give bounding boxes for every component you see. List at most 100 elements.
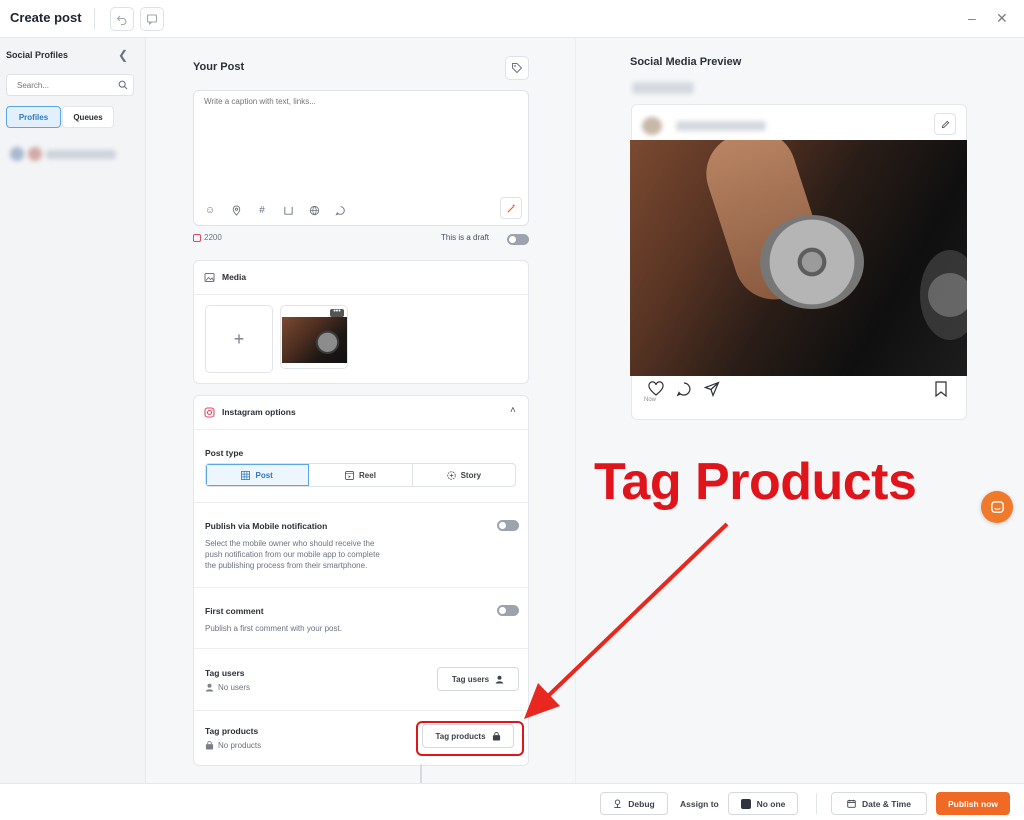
divider bbox=[816, 793, 817, 814]
redacted-profile-name bbox=[632, 82, 694, 94]
instagram-icon bbox=[204, 407, 215, 418]
more-options-icon[interactable]: ••• bbox=[330, 308, 344, 317]
bracket-icon[interactable] bbox=[282, 204, 294, 216]
profile-item-blurred[interactable] bbox=[10, 146, 120, 162]
media-card: Media + ••• bbox=[193, 260, 529, 384]
magic-wand-icon bbox=[506, 203, 516, 213]
search-input[interactable] bbox=[6, 74, 134, 96]
tag-users-status: No users bbox=[205, 682, 250, 694]
bookmark-icon[interactable] bbox=[934, 381, 948, 397]
chevron-up-icon[interactable]: ˄ bbox=[510, 405, 516, 416]
tag-users-button[interactable]: Tag users bbox=[437, 667, 519, 691]
avatar bbox=[28, 147, 42, 161]
mobile-notification-desc-2: push notification from our mobile app to… bbox=[205, 550, 380, 559]
divider bbox=[94, 8, 95, 30]
redacted-username bbox=[676, 121, 766, 131]
sidebar: Social Profiles ❮ Profiles Queues bbox=[0, 38, 146, 783]
annotation-highlight bbox=[416, 721, 524, 756]
tab-profiles[interactable]: Profiles bbox=[6, 106, 61, 128]
ai-assist-button[interactable] bbox=[500, 197, 522, 219]
post-type-label: Post type bbox=[205, 448, 244, 458]
mobile-notification-title: Publish via Mobile notification bbox=[205, 521, 328, 531]
post-type-reel[interactable]: Reel bbox=[309, 464, 413, 486]
grid-icon bbox=[241, 470, 251, 480]
story-icon bbox=[446, 470, 456, 480]
globe-icon[interactable] bbox=[308, 204, 320, 216]
pencil-icon bbox=[941, 120, 949, 128]
debug-label: Debug bbox=[628, 798, 655, 809]
support-chat-button[interactable] bbox=[981, 491, 1013, 523]
instagram-icon bbox=[193, 233, 201, 242]
tag-users-title: Tag users bbox=[205, 668, 245, 678]
minimize-button[interactable]: – bbox=[968, 10, 976, 26]
location-icon[interactable] bbox=[230, 204, 242, 216]
caption-toolbar: ☺ # bbox=[204, 204, 346, 216]
post-type-story[interactable]: Story bbox=[413, 464, 515, 486]
post-type-post-label: Post bbox=[255, 470, 273, 480]
chevron-left-icon[interactable]: ❮ bbox=[118, 48, 128, 62]
bottom-bar: Debug Assign to No one Date & Time Publi… bbox=[0, 783, 1024, 820]
mobile-notification-toggle[interactable] bbox=[497, 520, 519, 531]
tag-products-status: No products bbox=[205, 740, 261, 752]
heart-icon[interactable] bbox=[648, 381, 664, 397]
tag-users-button-label: Tag users bbox=[451, 674, 490, 684]
avatar bbox=[10, 147, 24, 161]
send-icon[interactable] bbox=[704, 381, 720, 397]
your-post-title: Your Post bbox=[193, 61, 245, 73]
mobile-notification-desc-3: the publishing process from their smartp… bbox=[205, 561, 368, 570]
post-type-post[interactable]: Post bbox=[206, 464, 310, 486]
assignee-avatar-icon bbox=[740, 798, 751, 809]
undo-icon bbox=[116, 15, 127, 25]
chat-icon bbox=[990, 500, 1004, 513]
photo-dumbbell bbox=[760, 215, 864, 309]
assignee-select[interactable]: No one bbox=[728, 792, 798, 815]
assign-to-label: Assign to bbox=[680, 799, 719, 809]
post-type-selector: Post Reel Story bbox=[205, 463, 516, 487]
sidebar-title: Social Profiles bbox=[6, 50, 69, 60]
top-bar: Create post – ✕ bbox=[0, 0, 1024, 38]
first-comment-toggle[interactable] bbox=[497, 605, 519, 616]
photo-dumbbell-rack bbox=[920, 250, 967, 340]
edit-preview-button[interactable] bbox=[934, 113, 956, 135]
emoji-icon[interactable]: ☺ bbox=[204, 204, 216, 216]
first-comment-title: First comment bbox=[205, 606, 264, 616]
notes-button[interactable] bbox=[140, 7, 164, 31]
media-title: Media bbox=[222, 272, 247, 282]
tag-products-value: No products bbox=[218, 741, 262, 750]
tab-queues[interactable]: Queues bbox=[62, 106, 114, 128]
post-type-story-label: Story bbox=[460, 470, 482, 480]
tag-users-value: No users bbox=[218, 683, 251, 692]
date-time-label: Date & Time bbox=[862, 798, 911, 809]
char-counter: 2200 bbox=[193, 233, 222, 242]
chat-note-icon bbox=[146, 14, 158, 25]
comment-icon[interactable] bbox=[334, 204, 346, 216]
draft-label: This is a draft bbox=[441, 233, 490, 242]
calendar-icon bbox=[847, 799, 856, 808]
divider bbox=[194, 502, 528, 503]
instagram-options-header[interactable]: Instagram options ˄ bbox=[194, 396, 528, 430]
caption-box: ☺ # bbox=[193, 90, 529, 226]
undo-button[interactable] bbox=[110, 7, 134, 31]
annotation-label: Tag Products bbox=[594, 453, 917, 511]
instagram-options-card: Instagram options ˄ Post type Post Reel … bbox=[193, 395, 529, 788]
hashtag-icon[interactable]: # bbox=[256, 204, 268, 216]
first-comment-desc: Publish a first comment with your post. bbox=[205, 624, 342, 633]
draft-toggle[interactable] bbox=[507, 234, 529, 245]
reel-icon bbox=[345, 470, 354, 480]
comment-icon[interactable] bbox=[676, 381, 692, 397]
caption-input[interactable] bbox=[204, 97, 514, 127]
tag-products-title: Tag products bbox=[205, 726, 259, 736]
add-media-button[interactable]: + bbox=[205, 305, 273, 373]
close-button[interactable]: ✕ bbox=[996, 10, 1008, 27]
publish-now-button[interactable]: Publish now bbox=[936, 792, 1010, 815]
instagram-options-title: Instagram options bbox=[222, 407, 296, 417]
mobile-notification-desc-1: Select the mobile owner who should recei… bbox=[205, 539, 375, 548]
search-icon bbox=[118, 80, 128, 90]
date-time-button[interactable]: Date & Time bbox=[831, 792, 927, 815]
preview-title: Social Media Preview bbox=[630, 56, 742, 68]
dumbbell-photo-thumb bbox=[282, 317, 347, 363]
media-thumbnail[interactable]: ••• bbox=[280, 305, 348, 369]
post-editor: Your Post ☺ # bbox=[146, 38, 576, 788]
tag-label-button[interactable] bbox=[505, 56, 529, 80]
debug-button[interactable]: Debug bbox=[600, 792, 668, 815]
